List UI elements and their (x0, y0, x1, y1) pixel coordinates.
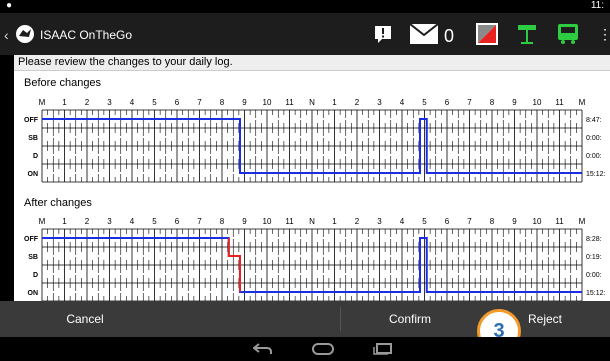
hour-label: 6 (175, 98, 180, 107)
location-pin-icon: ● (6, 0, 13, 11)
hour-label: 3 (107, 98, 112, 107)
hour-label: 5 (422, 98, 427, 107)
hour-label: 1 (332, 217, 337, 226)
row-label: ON (28, 290, 39, 297)
hour-label: 9 (512, 217, 517, 226)
hour-label: 9 (242, 217, 247, 226)
hour-label: 4 (400, 98, 405, 107)
overflow-menu-icon[interactable]: ⋮ (598, 21, 610, 47)
row-total: 15:12: (586, 171, 606, 178)
clock: 11: (590, 0, 604, 11)
hour-label: 10 (263, 98, 272, 107)
hour-label: 11 (555, 98, 564, 107)
after-log-graph: M 1 2 3 4 5 6 7 8 9 10 11 N 1 2 3 4 5 6 7 8 9 10 11 M OFF 8:28: SB 0… (24, 217, 606, 301)
hour-label: 7 (197, 98, 202, 107)
hour-label: 1 (332, 98, 337, 107)
row-label: D (33, 153, 38, 160)
hour-label: 8 (490, 217, 495, 226)
hour-label: 6 (445, 98, 450, 107)
back-nav-icon[interactable] (250, 341, 276, 357)
hour-label: 2 (355, 98, 360, 107)
hour-label: M (579, 98, 586, 107)
hour-label: 11 (285, 217, 294, 226)
antenna-icon[interactable] (514, 21, 540, 47)
hour-label: 5 (152, 217, 157, 226)
status-square-icon[interactable] (475, 21, 499, 47)
before-log-graph: M 1 2 3 4 5 6 7 8 9 10 11 N 1 2 3 4 5 6 7 8 9 10 11 M OFF 8:47: SB 0… (24, 98, 606, 183)
confirm-button[interactable]: Confirm (340, 301, 480, 337)
review-message: Please review the changes to your daily … (14, 55, 610, 71)
row-label: SB (28, 254, 38, 261)
hour-label: 10 (263, 217, 272, 226)
row-total: 8:47: (586, 117, 602, 124)
hour-label: 6 (445, 217, 450, 226)
after-changes-label: After changes (24, 197, 92, 209)
hour-label: 6 (175, 217, 180, 226)
row-total: 0:00: (586, 272, 602, 279)
hour-label: 1 (62, 98, 67, 107)
row-label: OFF (24, 236, 39, 243)
system-nav-bar (0, 337, 610, 361)
review-panel: Please review the changes to your daily … (14, 55, 610, 301)
hour-label: M (39, 98, 46, 107)
recents-nav-icon[interactable] (370, 341, 396, 357)
hour-label: 11 (555, 217, 564, 226)
row-total: 0:19: (586, 254, 602, 261)
row-total: 0:00: (586, 135, 602, 142)
hour-label: N (309, 217, 315, 226)
app-logo-icon (16, 25, 34, 43)
hour-label: 5 (422, 217, 427, 226)
row-label: D (33, 272, 38, 279)
hour-label: 10 (533, 217, 542, 226)
hour-label: 3 (377, 98, 382, 107)
hour-label: 4 (400, 217, 405, 226)
hour-label: 8 (220, 98, 225, 107)
row-label: SB (28, 135, 38, 142)
cancel-button[interactable]: Cancel (0, 301, 170, 337)
hour-label: N (309, 98, 315, 107)
hour-label: 9 (512, 98, 517, 107)
before-changes-label: Before changes (24, 77, 102, 89)
back-chevron-icon[interactable]: ‹ (4, 27, 9, 43)
row-total: 15:12: (586, 290, 606, 297)
hour-label: 8 (490, 98, 495, 107)
hour-label: 2 (355, 217, 360, 226)
row-total: 0:00: (586, 153, 602, 160)
hour-label: 5 (152, 98, 157, 107)
row-label: ON (28, 171, 39, 178)
app-title: ISAAC OnTheGo (40, 28, 133, 42)
mail-count: 0 (444, 26, 455, 46)
home-nav-icon[interactable] (310, 341, 336, 357)
hour-label: 7 (467, 98, 472, 107)
hour-label: 3 (107, 217, 112, 226)
hour-label: 2 (85, 98, 90, 107)
hour-label: 9 (242, 98, 247, 107)
hour-label: 8 (220, 217, 225, 226)
hour-label: 3 (377, 217, 382, 226)
hour-label: 2 (85, 217, 90, 226)
mail-icon[interactable] (408, 21, 440, 47)
hour-label: 10 (533, 98, 542, 107)
status-bar: ● 11: (0, 0, 610, 13)
hour-label: 1 (62, 217, 67, 226)
row-total: 8:28: (586, 236, 602, 243)
hour-label: 11 (285, 98, 294, 107)
hour-label: 4 (130, 217, 135, 226)
hour-label: M (579, 217, 586, 226)
hour-label: 4 (130, 98, 135, 107)
row-label: OFF (24, 117, 39, 124)
hour-label: 7 (197, 217, 202, 226)
message-alert-icon[interactable] (372, 21, 394, 47)
truck-icon[interactable] (555, 21, 581, 47)
action-bar: ‹ ISAAC OnTheGo 0 ⋮ (0, 13, 610, 55)
hour-label: M (39, 217, 46, 226)
hour-label: 7 (467, 217, 472, 226)
